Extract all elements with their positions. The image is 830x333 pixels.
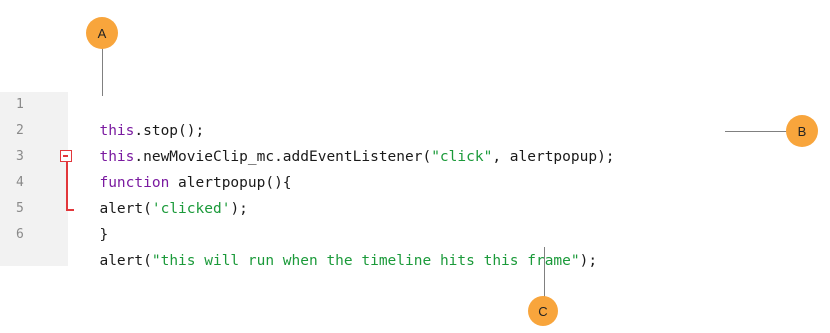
string-token: "click" xyxy=(431,149,493,165)
callout-b-leader xyxy=(725,131,787,132)
callout-a-badge: A xyxy=(86,17,118,49)
fold-guide-end xyxy=(66,209,74,211)
code-line: this.newMovieClip_mc.addEventListener("c… xyxy=(82,118,614,165)
code-line: } xyxy=(82,196,108,243)
fold-guide-line xyxy=(66,162,68,210)
line-number: 2 xyxy=(16,123,24,138)
code-token: , alertpopup); xyxy=(492,149,615,165)
callout-b-badge: B xyxy=(786,115,818,147)
string-token: "this will run when the timeline hits th… xyxy=(151,253,580,269)
code-token: ); xyxy=(230,201,248,217)
callout-a-leader xyxy=(102,48,103,96)
code-line: this.stop(); xyxy=(82,92,204,139)
callout-c-badge: C xyxy=(528,296,558,326)
code-token: ); xyxy=(579,253,598,269)
line-number: 1 xyxy=(16,97,24,112)
code-line: function alertpopup(){ xyxy=(82,144,291,191)
code-line: alert("this will run when the timeline h… xyxy=(82,222,597,269)
callout-c-leader xyxy=(544,247,545,297)
code-line: alert('clicked'); xyxy=(82,170,247,217)
line-number: 4 xyxy=(16,175,24,190)
line-number: 5 xyxy=(16,201,24,216)
code-token: alert( xyxy=(99,253,152,269)
string-token: 'clicked' xyxy=(151,201,231,217)
line-number: 6 xyxy=(16,227,24,242)
line-number: 3 xyxy=(16,149,24,164)
fold-collapse-icon[interactable] xyxy=(60,150,72,162)
